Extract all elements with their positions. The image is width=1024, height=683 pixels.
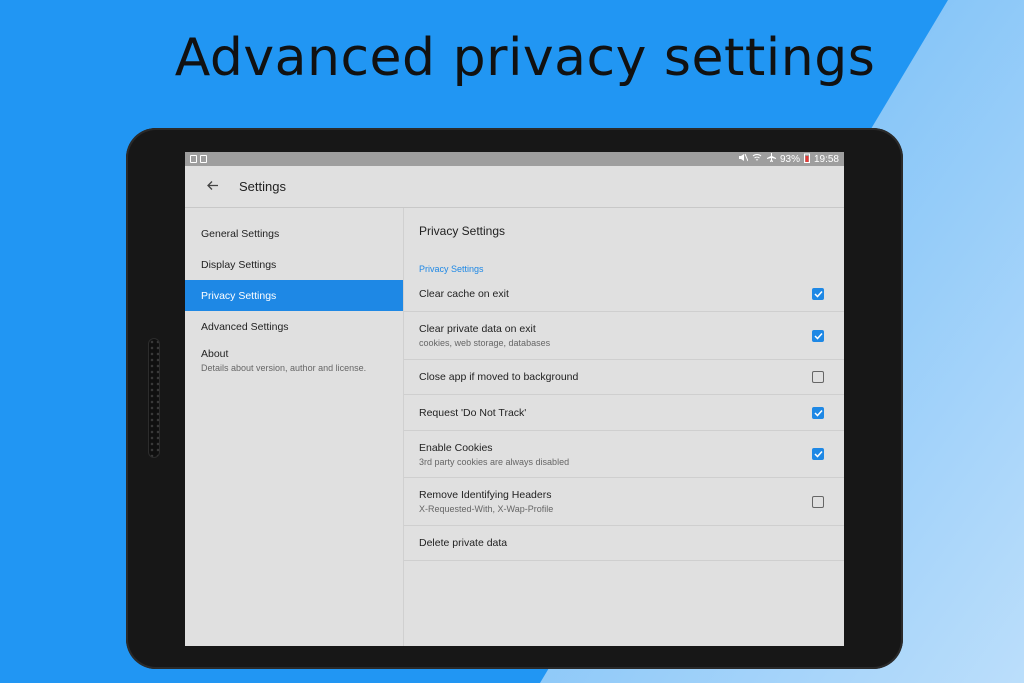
- tablet-speaker: [148, 338, 160, 458]
- setting-label: Delete private data: [419, 537, 508, 549]
- setting-clear-private-data[interactable]: Clear private data on exit cookies, web …: [404, 312, 844, 360]
- notification-icon: [190, 155, 197, 163]
- setting-label: Clear cache on exit: [419, 288, 509, 300]
- status-bar: 93% 19:58: [185, 152, 844, 166]
- do-not-track-checkbox[interactable]: [812, 406, 824, 419]
- sidebar-item-subtitle: Details about version, author and licens…: [201, 363, 367, 373]
- sidebar-item-label: About: [201, 348, 229, 360]
- setting-label: Request 'Do Not Track': [419, 406, 527, 419]
- enable-cookies-checkbox[interactable]: [812, 448, 824, 460]
- setting-clear-cache[interactable]: Clear cache on exit: [404, 277, 844, 312]
- sidebar-item-advanced[interactable]: Advanced Settings: [185, 311, 403, 342]
- app-toolbar: Settings: [185, 166, 844, 208]
- close-app-checkbox[interactable]: [812, 371, 824, 383]
- sidebar-item-label: Advanced Settings: [201, 320, 289, 333]
- page-headline: Advanced privacy settings: [174, 28, 876, 88]
- setting-label: Enable Cookies: [419, 441, 493, 454]
- section-header: Privacy Settings: [419, 264, 484, 274]
- battery-percent: 93%: [779, 153, 800, 165]
- battery-icon: [803, 153, 810, 166]
- page-title: Privacy Settings: [419, 224, 506, 238]
- tablet-screen: 93% 19:58 Settings General Settings Disp…: [185, 152, 844, 646]
- setting-delete-private-data[interactable]: Delete private data: [404, 526, 844, 561]
- setting-label: Remove Identifying Headers: [419, 489, 552, 501]
- setting-subtitle: 3rd party cookies are always disabled: [419, 456, 570, 467]
- sidebar-item-label: Display Settings: [201, 258, 277, 271]
- setting-enable-cookies[interactable]: Enable Cookies 3rd party cookies are alw…: [404, 431, 844, 478]
- wifi-icon: [752, 153, 762, 165]
- sidebar-item-label: Privacy Settings: [201, 289, 277, 302]
- toolbar-title: Settings: [239, 179, 286, 194]
- setting-label: Clear private data on exit: [419, 323, 536, 335]
- status-notification-icons: [190, 155, 207, 163]
- setting-subtitle: cookies, web storage, databases: [419, 338, 551, 348]
- sidebar-item-general[interactable]: General Settings: [185, 218, 403, 249]
- arrow-left-icon: [206, 178, 219, 195]
- mute-icon: [738, 153, 749, 165]
- clear-private-data-checkbox[interactable]: [812, 329, 824, 342]
- settings-sidebar: General Settings Display Settings Privac…: [185, 208, 404, 646]
- sidebar-item-about[interactable]: About Details about version, author and …: [185, 342, 403, 386]
- setting-do-not-track[interactable]: Request 'Do Not Track': [404, 395, 844, 431]
- clock: 19:58: [813, 153, 839, 165]
- sidebar-item-privacy[interactable]: Privacy Settings: [185, 280, 403, 311]
- notification-icon: [200, 155, 207, 163]
- setting-label: Close app if moved to background: [419, 371, 579, 383]
- back-button[interactable]: [185, 178, 239, 195]
- airplane-icon: [766, 153, 776, 165]
- setting-subtitle: X-Requested-With, X-Wap-Profile: [419, 504, 554, 514]
- sidebar-item-label: General Settings: [201, 227, 280, 240]
- sidebar-item-display[interactable]: Display Settings: [185, 249, 403, 280]
- remove-headers-checkbox[interactable]: [812, 495, 824, 508]
- settings-detail-pane: Privacy Settings Privacy Settings Clear …: [404, 208, 844, 646]
- setting-remove-headers[interactable]: Remove Identifying Headers X-Requested-W…: [404, 478, 844, 526]
- clear-cache-checkbox[interactable]: [812, 288, 824, 300]
- setting-close-app-background[interactable]: Close app if moved to background: [404, 360, 844, 395]
